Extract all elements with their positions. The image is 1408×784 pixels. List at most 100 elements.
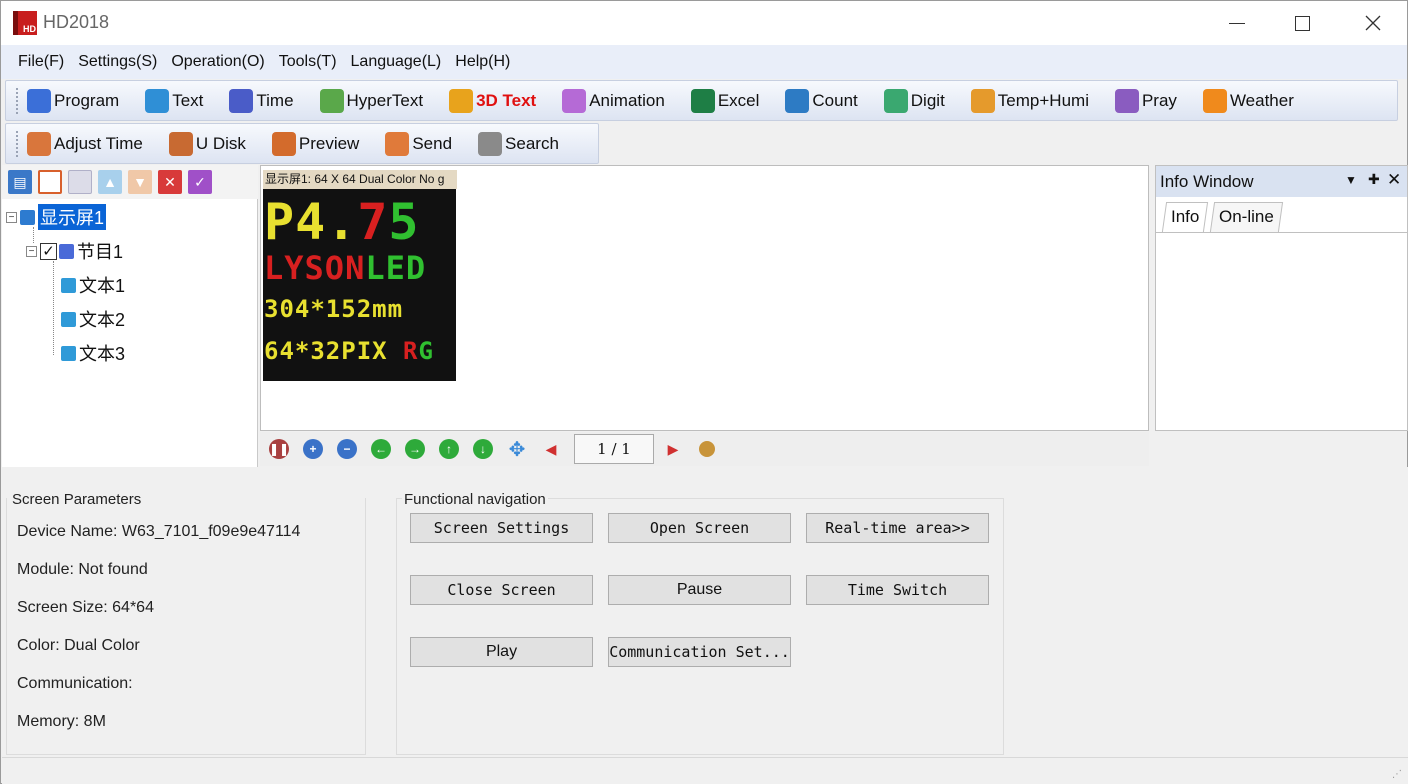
close-button[interactable] (1350, 9, 1396, 37)
module: Module: Not found (17, 561, 148, 578)
book-icon (61, 277, 76, 293)
delete-icon[interactable]: ✕ (158, 170, 182, 194)
menu-item[interactable]: Language(L) (344, 53, 449, 71)
screen-settings-button[interactable]: Screen Settings (410, 513, 593, 543)
resize-grip-icon[interactable]: ⋰ (1392, 769, 1402, 780)
tree-node-text[interactable]: 文本1 (61, 272, 125, 298)
app-window: HD HD2018 File(F) Settings(S) Operation(O)… (0, 0, 1408, 784)
dropdown-icon[interactable]: ▼ (1345, 173, 1357, 187)
maximize-icon (1294, 15, 1310, 31)
open-screen-button[interactable]: Open Screen (608, 513, 791, 543)
excel-button[interactable]: Excel (687, 84, 764, 118)
communication: Communication: (17, 675, 133, 692)
preview-button[interactable]: Preview (268, 127, 363, 161)
pause-screen-button[interactable]: Pause (608, 575, 791, 605)
tree-node-text[interactable]: 文本2 (61, 306, 125, 332)
led-text-segment: LED (365, 249, 427, 287)
book-icon (61, 345, 76, 361)
program-icon (59, 243, 74, 259)
thermometer-icon (970, 88, 995, 113)
search-button[interactable]: Search (474, 127, 563, 161)
toolbar-button-label: Pray (1141, 90, 1177, 110)
save-icon[interactable]: ▤ (8, 170, 32, 194)
tab-online[interactable]: On-line (1209, 202, 1283, 232)
maximize-button[interactable] (1279, 9, 1325, 37)
animation-button[interactable]: Animation (558, 84, 669, 118)
tree-node-program-label: 节目1 (77, 242, 124, 262)
send-arrow-icon (385, 131, 410, 156)
u-disk-button[interactable]: U Disk (165, 127, 250, 161)
next-page-button[interactable]: ▶ (658, 434, 688, 464)
menu-item[interactable]: Help(H) (448, 53, 517, 71)
menu-item[interactable]: File(F) (11, 53, 71, 71)
tree-node-text[interactable]: 文本3 (61, 340, 125, 366)
communication-settings-button[interactable]: Communication Set... (608, 637, 791, 667)
toolbar-content: Program Text Time HyperText 3D Text Animation… (5, 80, 1398, 121)
move-down-button[interactable]: ↓ (468, 434, 498, 464)
excel-icon (690, 88, 715, 113)
send-button[interactable]: Send (381, 127, 456, 161)
temp-humi-button[interactable]: Temp+Humi (967, 84, 1093, 118)
realtime-area-button[interactable]: Real-time area>> (806, 513, 989, 543)
check-icon[interactable]: ✓ (188, 170, 212, 194)
tree-node-program[interactable]: − ✓ 节目1 (26, 238, 123, 264)
menu-item[interactable]: Tools(T) (272, 53, 344, 71)
info-window-title-text: Info Window (1160, 172, 1254, 191)
pause-button[interactable]: ❚❚ (264, 434, 294, 464)
toolbar-button-label: 3D Text (476, 90, 537, 110)
menu-item[interactable]: Operation(O) (164, 53, 271, 71)
move-left-button[interactable]: ← (366, 434, 396, 464)
move-down-icon[interactable]: ▼ (128, 170, 152, 194)
prev-page-button[interactable]: ◀ (536, 434, 566, 464)
play-button[interactable]: Play (410, 637, 593, 667)
zoom-in-button[interactable]: + (298, 434, 328, 464)
menu-item[interactable]: Settings(S) (71, 53, 164, 71)
toolbar-button-label: Text (172, 90, 204, 110)
pray-button[interactable]: Pray (1111, 84, 1181, 118)
led-text-line: P4.75 (264, 193, 420, 251)
fit-button[interactable]: ✥ (502, 434, 532, 464)
zoom-out-button[interactable]: − (332, 434, 362, 464)
collapse-icon[interactable]: − (6, 211, 17, 223)
settings-button[interactable] (692, 434, 722, 464)
text-button[interactable]: Text (141, 84, 207, 118)
hypertext-button[interactable]: HyperText (316, 84, 428, 118)
pin-icon[interactable]: ✚ (1368, 171, 1380, 188)
minimize-button[interactable] (1214, 9, 1260, 37)
tab-info[interactable]: Info (1161, 202, 1209, 232)
toolbar-grip[interactable] (16, 130, 19, 157)
count-button[interactable]: Count (781, 84, 861, 118)
toolbar-actions: Adjust Time U Disk Preview Send Search (5, 123, 599, 164)
digit-button[interactable]: Digit (880, 84, 949, 118)
move-right-button[interactable]: → (400, 434, 430, 464)
collapse-icon[interactable]: − (26, 245, 37, 257)
time-switch-button[interactable]: Time Switch (806, 575, 989, 605)
copy-window-icon[interactable] (38, 170, 62, 194)
move-up-icon[interactable]: ▲ (98, 170, 122, 194)
preview-canvas[interactable]: 显示屏1: 64 X 64 Dual Color No g P4.75 LYSON… (260, 165, 1149, 431)
time-button[interactable]: Time (225, 84, 297, 118)
led-screen[interactable]: P4.75 LYSONLED 304*152mm 64*32PIX RG (263, 189, 456, 381)
program-button[interactable]: Program (23, 84, 123, 118)
tab-info-label: Info (1171, 207, 1200, 226)
toolbar-button-label: Send (412, 133, 453, 153)
tree-node-screen[interactable]: − 显示屏1 (6, 204, 107, 230)
weather-button[interactable]: Weather (1199, 84, 1298, 118)
led-text-segment: 64*32PIX (264, 337, 404, 365)
device-name: Device Name: W63_7101_f09e9e47114 (17, 523, 301, 540)
close-panel-icon[interactable]: ✕ (1387, 170, 1401, 190)
alarm-clock-icon (785, 88, 810, 113)
paste-icon[interactable] (68, 170, 92, 194)
magnifier-icon (478, 131, 503, 156)
close-screen-button[interactable]: Close Screen (410, 575, 593, 605)
arrow-up-icon: ↑ (439, 439, 459, 459)
move-up-button[interactable]: ↑ (434, 434, 464, 464)
led-text-segment: P4. (264, 193, 358, 251)
toolbar-grip[interactable] (16, 87, 19, 114)
program-checkbox[interactable]: ✓ (40, 242, 57, 260)
calculator-icon (883, 88, 908, 113)
adjust-time-button[interactable]: Adjust Time (23, 127, 147, 161)
title-bar: HD HD2018 (1, 1, 1407, 45)
3d-text-button[interactable]: 3D Text (445, 84, 540, 118)
zoom-in-icon: + (303, 439, 323, 459)
